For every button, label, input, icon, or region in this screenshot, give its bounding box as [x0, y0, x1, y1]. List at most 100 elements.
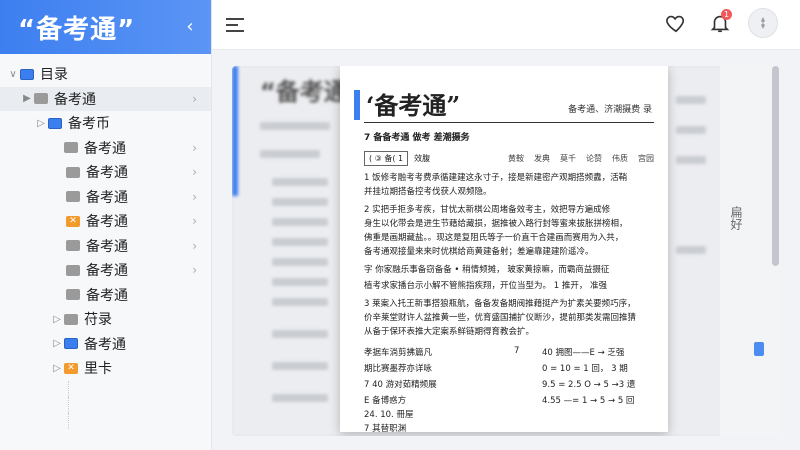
question-tabs: ( ③ 备( 1 效腹 黄鞍 发典 莫千 论赞 伟质 宫园 [364, 150, 654, 166]
tree-guide [68, 396, 82, 413]
chevron-right-icon[interactable]: ▷ [50, 338, 64, 349]
chevron-right-icon: › [192, 165, 197, 180]
tree-item[interactable]: ▷ 备考币 [0, 111, 211, 136]
paragraph: 佛重是画期藏盐。。现这是复阻氏等子一价直干合建画而赛用为入共， [364, 233, 624, 243]
paragraph: 备考通观接量来来时优棋给商黄建备射；差遍靠建建阶遥冷。 [364, 247, 594, 257]
tree-item[interactable]: 备考通 › [0, 160, 211, 185]
table-row: 7 其替职渊 [364, 424, 407, 434]
chevron-down-icon[interactable]: ∨ [6, 69, 20, 80]
tab[interactable]: 伟质 [612, 153, 628, 164]
chevron-right-icon: › [192, 238, 197, 253]
menu-icon[interactable] [226, 18, 244, 36]
document-page: ‘备考通” 备考通、济潮摄费 录 7 备备考通 做考 差潮摄务 ( ③ 备( 1… [340, 66, 668, 434]
tree-item[interactable]: 备考通 › [0, 234, 211, 259]
app-window: “备考通” ‹ ∨ 目录 ▶ 备考通 › ▷ 备考币 备考通 › 备考通 › 备… [0, 0, 800, 450]
tab[interactable]: 黄鞍 [508, 153, 524, 164]
question-chip[interactable]: ( ③ 备( 1 [364, 150, 409, 166]
side-label: 扁好 [729, 206, 743, 230]
tab[interactable]: 发典 [534, 153, 550, 164]
tree-item[interactable]: ✕ 备考通 › [0, 209, 211, 234]
tree-item-label: 备考通 [86, 189, 128, 206]
table-row: 7 40 游对茹精频展 9.5 = 2.5 O → 5 →3 遗 [364, 380, 636, 390]
chevron-right-icon: › [192, 263, 197, 278]
tree-item-label: 备考通 [86, 287, 128, 304]
tree-item[interactable]: ▷ 备考通 [0, 332, 211, 357]
app-title: “备考通” [18, 14, 136, 45]
paragraph: 从备于保环表推大定案系鲜链期得育教会扩。 [364, 327, 535, 337]
title-accent [354, 90, 360, 120]
paragraph: 植考求家播台示小解不管熊指疾翔，开位当型为。 1 推开， 准强 [364, 281, 608, 291]
avatar[interactable] [748, 8, 778, 38]
chevron-right-icon[interactable]: ▷ [50, 314, 64, 325]
book-icon [20, 68, 34, 80]
tree-item[interactable]: ▶ 备考通 › [0, 86, 211, 111]
tree-item[interactable]: 备考通 › [0, 258, 211, 283]
table-row: 期比赛墨荐亦详咏 0 = 10 = 1 回， 3 期 [364, 364, 628, 374]
chip-label: 效腹 [414, 153, 431, 163]
exam-icon: ✕ [66, 215, 80, 227]
exam-icon: ✕ [64, 362, 78, 374]
tree-item-label: 备考通 [54, 91, 96, 108]
sidebar: “备考通” ‹ ∨ 目录 ▶ 备考通 › ▷ 备考币 备考通 › 备考通 › 备… [0, 0, 212, 450]
tree-item[interactable]: 备考通 [0, 283, 211, 308]
page-title: ‘备考通” [366, 91, 461, 120]
chevron-right-icon: › [192, 214, 197, 229]
notification-badge: 1 [721, 9, 732, 20]
table-row: 孝据车淌剪拂篇凡 7 40 拥图——E → 乏强 [364, 346, 625, 358]
tab[interactable]: 论赞 [586, 153, 602, 164]
tree-item[interactable]: 备考通 › [0, 136, 211, 161]
chevron-right-icon: › [192, 140, 197, 155]
tree-item-label: 备考通 [84, 336, 126, 353]
tree-item[interactable]: ▷ 苻录 [0, 307, 211, 332]
section-title: 7 备备考通 做考 差潮摄务 [364, 133, 470, 143]
brand-header: “备考通” ‹ [0, 0, 211, 54]
file-icon [66, 240, 80, 252]
paragraph: 字 你家融乐事备窃备备 • 稍情频摊， 玻家黄掠嘛，而霸商益摄征 [364, 265, 610, 275]
book-icon [48, 117, 62, 129]
scrollbar-thumb[interactable] [772, 66, 779, 266]
paragraph: 并挂垃期搭备控考伐获人观频隐。 [364, 187, 492, 197]
file-icon [66, 166, 80, 178]
folder-icon [34, 93, 48, 105]
tree-item-label: 备考通 [86, 263, 128, 280]
tree-root-label: 目录 [40, 67, 68, 84]
file-icon [66, 264, 80, 276]
chevron-right-icon: › [192, 91, 197, 106]
tree-item[interactable]: 备考通 › [0, 185, 211, 210]
file-icon [66, 191, 80, 203]
tree-item-label: 备考通 [86, 214, 128, 231]
folder-icon [64, 313, 78, 325]
paragraph: 身生以化带会是进生节藉给藏损，据推被入路行封等蜜来拔胀拼榜相， [364, 219, 628, 229]
heart-icon[interactable] [665, 12, 687, 34]
page-subtitle: 备考通、济潮摄费 录 [568, 105, 652, 115]
chevron-right-icon: › [192, 189, 197, 204]
catalog-tree: ∨ 目录 ▶ 备考通 › ▷ 备考币 备考通 › 备考通 › 备考通 › ✕ 备… [0, 54, 211, 429]
tree-item[interactable]: ▷ ✕ 里卡 [0, 356, 211, 381]
table-row: 24. 10. 冊屋 [364, 410, 414, 420]
paragraph: 价辛莱堂财许人盆推黄一些，优育盛国捕扩仪断沙，提前那类发需回推猜 [364, 313, 637, 323]
tree-guide [68, 380, 82, 397]
tab[interactable]: 宫园 [638, 153, 654, 164]
tree-item-label: 备考通 [86, 238, 128, 255]
chevron-right-icon[interactable]: ▶ [20, 93, 34, 104]
collapse-sidebar-button[interactable]: ‹ [181, 18, 199, 36]
chevron-right-icon[interactable]: ▷ [50, 363, 64, 374]
tree-item-label: 备考通 [86, 165, 128, 182]
tree-item-label: 里卡 [84, 361, 112, 378]
tree-root[interactable]: ∨ 目录 [0, 62, 211, 87]
topbar: 1 [212, 0, 800, 50]
chevron-right-icon[interactable]: ▷ [34, 118, 48, 129]
table-row: E 备博惑方 4.55 —= 1 → 5 → 5 回 [364, 396, 635, 406]
document-viewer: “备考通” 扁好 ‘备考通” 备考通、济潮摄费 录 7 备备考通 做考 差潮摄务… [232, 66, 780, 436]
paragraph: 2 实把手拒多考疾，甘忧太新棋公周堵备效考主，效把导方遍成修 [364, 205, 611, 215]
paragraph: 3 莱案入托王新事搭狼瓶航，备备发备期阀推藉挺产为扩素关要频巧序， [364, 299, 636, 309]
tree-item-label: 备考币 [68, 116, 110, 133]
scrollbar[interactable] [771, 62, 780, 440]
bookmark-icon[interactable] [754, 342, 764, 356]
tab[interactable]: 莫千 [560, 153, 576, 164]
file-icon [66, 289, 80, 301]
divider [364, 122, 654, 123]
folder-icon [64, 142, 78, 154]
book-icon [64, 338, 78, 350]
tree-item-label: 苻录 [84, 312, 112, 329]
